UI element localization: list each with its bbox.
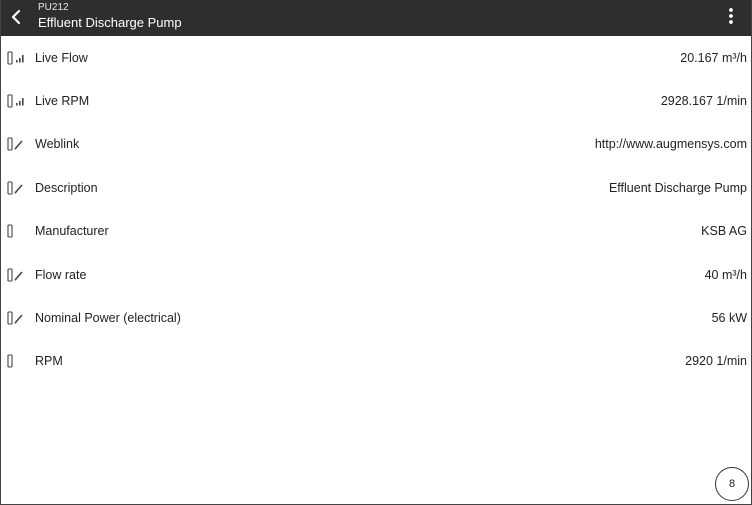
live-signal-icon bbox=[7, 51, 27, 65]
property-value: 56 kW bbox=[711, 311, 747, 326]
property-value: 2920 1/min bbox=[685, 354, 747, 369]
property-value: http://www.augmensys.com bbox=[594, 137, 747, 152]
property-value: 40 m³/h bbox=[704, 267, 747, 282]
edit-icon bbox=[7, 137, 27, 152]
property-label: Manufacturer bbox=[35, 224, 109, 239]
property-row-nominal-power[interactable]: Nominal Power (electrical) 56 kW bbox=[1, 296, 751, 339]
property-value: 20.167 m³/h bbox=[680, 50, 747, 65]
property-list: Live Flow 20.167 m³/h Live RPM 2928.167 … bbox=[1, 36, 751, 383]
title-block: PU212 Effluent Discharge Pump bbox=[38, 2, 182, 32]
object-id: PU212 bbox=[38, 2, 69, 13]
readonly-icon bbox=[7, 224, 27, 238]
app-bar: PU212 Effluent Discharge Pump bbox=[1, 0, 751, 36]
property-row-live-rpm[interactable]: Live RPM 2928.167 1/min bbox=[1, 79, 751, 122]
property-label: Nominal Power (electrical) bbox=[35, 311, 181, 326]
edit-icon bbox=[7, 268, 27, 282]
property-label: Flow rate bbox=[35, 267, 87, 282]
page-title: Effluent Discharge Pump bbox=[38, 15, 182, 30]
property-row-live-flow[interactable]: Live Flow 20.167 m³/h bbox=[1, 36, 751, 79]
chevron-left-icon bbox=[10, 9, 22, 25]
edit-icon bbox=[7, 311, 27, 325]
property-row-flow-rate[interactable]: Flow rate 40 m³/h bbox=[1, 253, 751, 296]
property-label: Live Flow bbox=[35, 50, 88, 65]
property-row-description[interactable]: Description Effluent Discharge Pump bbox=[1, 166, 751, 209]
property-value: KSB AG bbox=[701, 224, 747, 239]
count-badge-button[interactable]: 8 bbox=[715, 467, 749, 501]
property-label: Live RPM bbox=[35, 94, 90, 109]
property-value: 2928.167 1/min bbox=[660, 94, 747, 109]
property-row-weblink[interactable]: Weblink http://www.augmensys.com bbox=[1, 123, 751, 166]
readonly-icon bbox=[7, 354, 27, 368]
back-button[interactable] bbox=[3, 3, 29, 31]
property-value: Effluent Discharge Pump bbox=[608, 180, 747, 195]
property-label: RPM bbox=[35, 354, 63, 369]
property-row-manufacturer[interactable]: Manufacturer KSB AG bbox=[1, 210, 751, 253]
property-label: Weblink bbox=[35, 137, 80, 152]
more-vertical-icon bbox=[728, 7, 734, 30]
badge-count: 8 bbox=[728, 478, 736, 490]
live-signal-icon bbox=[7, 94, 27, 108]
property-row-rpm[interactable]: RPM 2920 1/min bbox=[1, 340, 751, 383]
edit-icon bbox=[7, 181, 27, 195]
more-menu-button[interactable] bbox=[719, 4, 743, 32]
property-label: Description bbox=[35, 180, 98, 195]
